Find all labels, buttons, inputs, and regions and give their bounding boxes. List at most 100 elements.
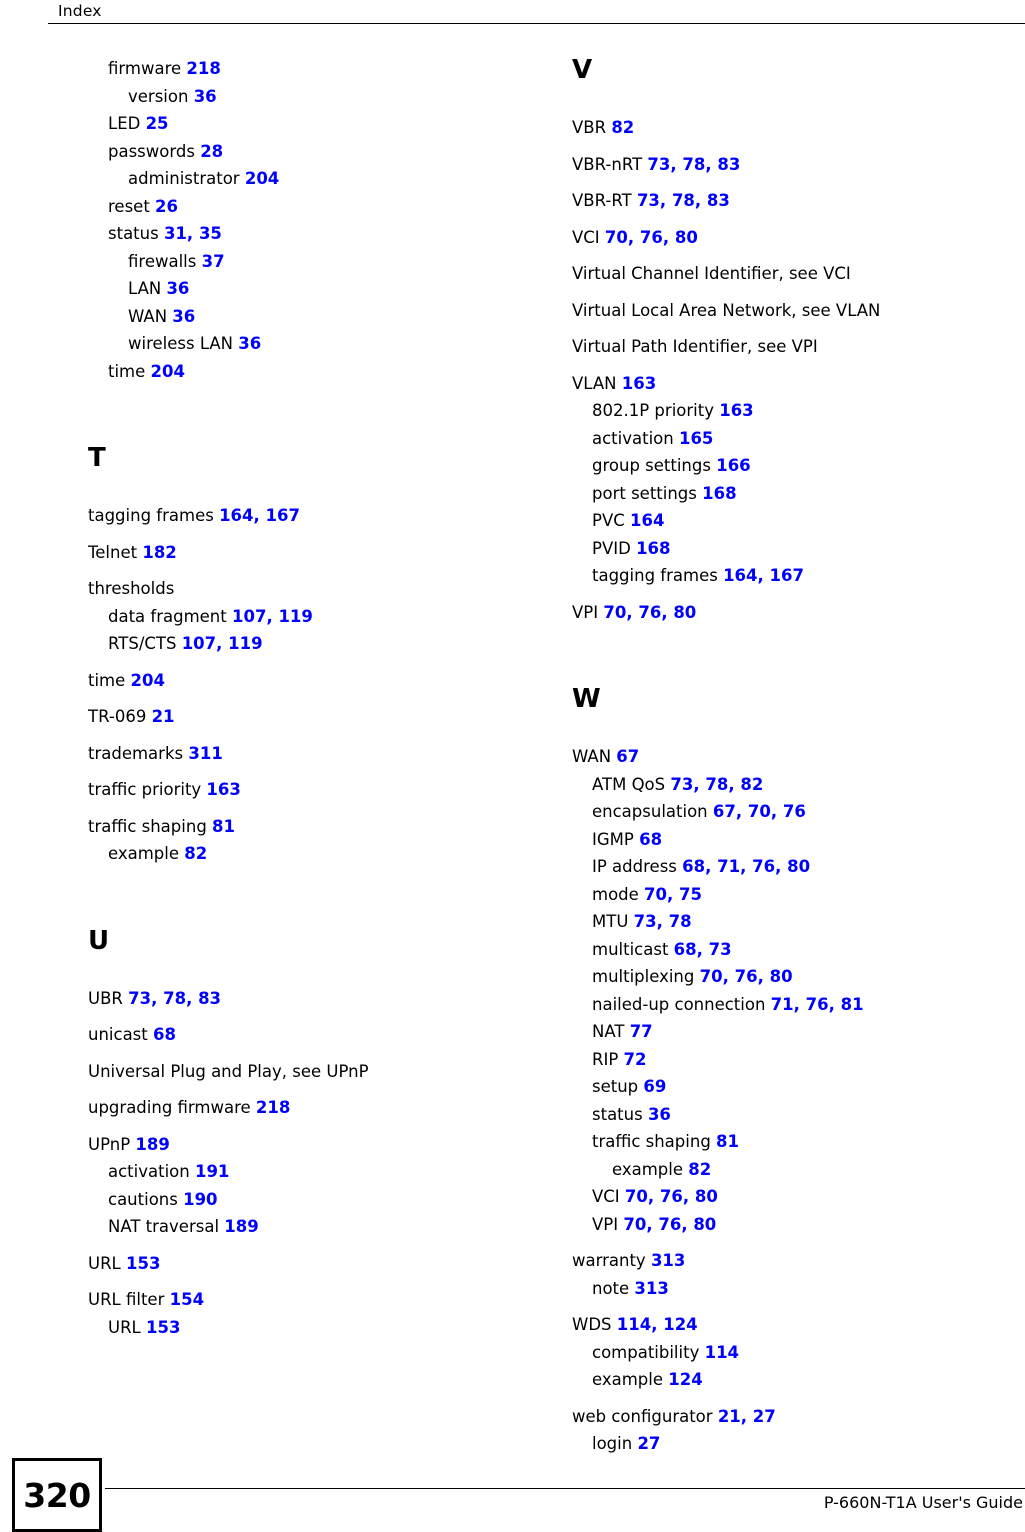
index-entry-pages[interactable]: 204 [131, 671, 165, 690]
page-link[interactable]: 70 [605, 228, 628, 247]
page-link[interactable]: 81 [716, 1132, 739, 1151]
index-entry-pages[interactable]: 166 [716, 456, 750, 475]
index-entry-pages[interactable]: 114 [705, 1343, 739, 1362]
index-entry-pages[interactable]: 77 [630, 1022, 653, 1041]
page-link[interactable]: 154 [170, 1290, 204, 1309]
index-entry-pages[interactable]: 71, 76, 81 [771, 995, 864, 1014]
index-entry-pages[interactable]: 68, 71, 76, 80 [682, 857, 810, 876]
index-entry-pages[interactable]: 26 [155, 197, 178, 216]
page-link[interactable]: 81 [841, 995, 864, 1014]
page-link[interactable]: 72 [624, 1050, 647, 1069]
page-link[interactable]: 190 [183, 1190, 217, 1209]
page-link[interactable]: 204 [245, 169, 279, 188]
index-entry-pages[interactable]: 218 [256, 1098, 290, 1117]
page-link[interactable]: 70 [625, 1187, 648, 1206]
page-link[interactable]: 80 [770, 967, 793, 986]
index-entry-pages[interactable]: 168 [636, 539, 670, 558]
index-entry-pages[interactable]: 68, 73 [674, 940, 732, 959]
page-link[interactable]: 76 [660, 1187, 683, 1206]
page-link[interactable]: 153 [146, 1318, 180, 1337]
page-link[interactable]: 67 [616, 747, 639, 766]
page-link[interactable]: 311 [188, 744, 222, 763]
page-link[interactable]: 21 [718, 1407, 741, 1426]
page-link[interactable]: 37 [202, 252, 225, 271]
page-link[interactable]: 83 [717, 155, 740, 174]
page-link[interactable]: 119 [228, 634, 262, 653]
index-entry-pages[interactable]: 189 [224, 1217, 258, 1236]
page-link[interactable]: 78 [163, 989, 186, 1008]
index-entry-pages[interactable]: 204 [245, 169, 279, 188]
page-link[interactable]: 163 [719, 401, 753, 420]
index-entry-pages[interactable]: 182 [142, 543, 176, 562]
page-link[interactable]: 71 [771, 995, 794, 1014]
index-entry-pages[interactable]: 25 [146, 114, 169, 133]
index-entry-pages[interactable]: 36 [238, 334, 261, 353]
page-link[interactable]: 70 [748, 802, 771, 821]
page-link[interactable]: 73 [670, 775, 693, 794]
page-link[interactable]: 69 [643, 1077, 666, 1096]
index-entry-pages[interactable]: 163 [206, 780, 240, 799]
page-link[interactable]: 78 [682, 155, 705, 174]
page-link[interactable]: 166 [716, 456, 750, 475]
index-entry-pages[interactable]: 73, 78, 83 [128, 989, 221, 1008]
page-link[interactable]: 80 [695, 1187, 718, 1206]
page-link[interactable]: 76 [640, 228, 663, 247]
page-link[interactable]: 21 [152, 707, 175, 726]
index-entry-pages[interactable]: 124 [668, 1370, 702, 1389]
page-link[interactable]: 80 [675, 228, 698, 247]
page-link[interactable]: 73 [647, 155, 670, 174]
page-link[interactable]: 73 [709, 940, 732, 959]
index-entry-pages[interactable]: 82 [611, 118, 634, 137]
page-link[interactable]: 163 [622, 374, 656, 393]
index-entry-pages[interactable]: 21 [152, 707, 175, 726]
page-link[interactable]: 68 [639, 830, 662, 849]
page-link[interactable]: 76 [735, 967, 758, 986]
page-link[interactable]: 164 [723, 566, 757, 585]
page-link[interactable]: 73 [634, 912, 657, 931]
index-entry-pages[interactable]: 114, 124 [617, 1315, 698, 1334]
index-entry-pages[interactable]: 67 [616, 747, 639, 766]
page-link[interactable]: 313 [634, 1279, 668, 1298]
page-link[interactable]: 218 [256, 1098, 290, 1117]
page-link[interactable]: 119 [278, 607, 312, 626]
index-entry-pages[interactable]: 191 [195, 1162, 229, 1181]
index-entry-pages[interactable]: 153 [146, 1318, 180, 1337]
page-link[interactable]: 75 [679, 885, 702, 904]
index-entry-pages[interactable]: 36 [166, 279, 189, 298]
page-link[interactable]: 76 [638, 603, 661, 622]
page-link[interactable]: 78 [705, 775, 728, 794]
index-entry-pages[interactable]: 204 [151, 362, 185, 381]
index-entry-pages[interactable]: 70, 75 [644, 885, 702, 904]
page-link[interactable]: 81 [212, 817, 235, 836]
index-entry-pages[interactable]: 218 [186, 59, 220, 78]
page-link[interactable]: 73 [128, 989, 151, 1008]
page-link[interactable]: 164 [219, 506, 253, 525]
page-link[interactable]: 68 [674, 940, 697, 959]
page-link[interactable]: 114 [705, 1343, 739, 1362]
page-link[interactable]: 191 [195, 1162, 229, 1181]
index-entry-pages[interactable]: 69 [643, 1077, 666, 1096]
page-link[interactable]: 204 [151, 362, 185, 381]
page-link[interactable]: 67 [713, 802, 736, 821]
index-entry-pages[interactable]: 21, 27 [718, 1407, 776, 1426]
page-link[interactable]: 189 [224, 1217, 258, 1236]
index-entry-pages[interactable]: 107, 119 [182, 634, 263, 653]
page-link[interactable]: 189 [135, 1135, 169, 1154]
index-entry-pages[interactable]: 313 [634, 1279, 668, 1298]
index-entry-pages[interactable]: 82 [184, 844, 207, 863]
page-link[interactable]: 168 [702, 484, 736, 503]
page-link[interactable]: 124 [663, 1315, 697, 1334]
page-link[interactable]: 36 [238, 334, 261, 353]
index-entry-pages[interactable]: 31, 35 [164, 224, 222, 243]
page-link[interactable]: 78 [672, 191, 695, 210]
page-link[interactable]: 165 [679, 429, 713, 448]
page-link[interactable]: 82 [184, 844, 207, 863]
page-link[interactable]: 70 [603, 603, 626, 622]
page-link[interactable]: 107 [232, 607, 266, 626]
page-link[interactable]: 68 [153, 1025, 176, 1044]
index-entry-pages[interactable]: 154 [170, 1290, 204, 1309]
page-link[interactable]: 80 [673, 603, 696, 622]
page-link[interactable]: 78 [669, 912, 692, 931]
index-entry-pages[interactable]: 70, 76, 80 [625, 1187, 718, 1206]
page-link[interactable]: 73 [637, 191, 660, 210]
